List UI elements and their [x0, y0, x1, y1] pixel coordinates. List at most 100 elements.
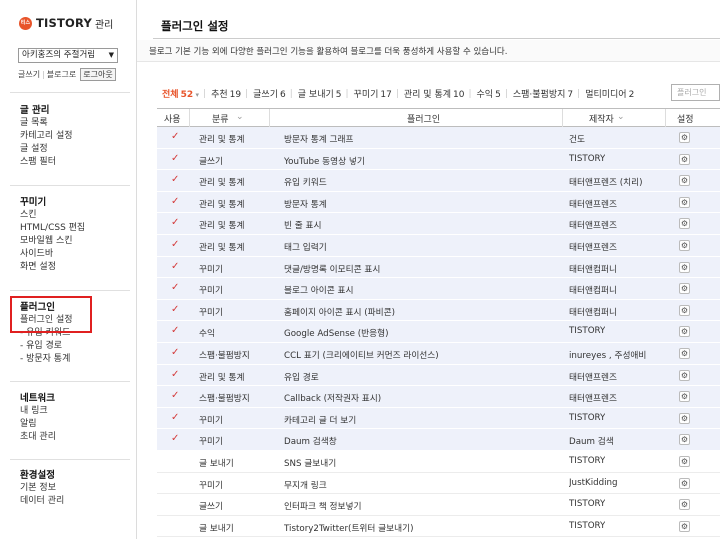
col-author[interactable]: 제작자 [589, 112, 614, 125]
gear-icon[interactable]: ⚙ [679, 391, 690, 403]
table-row[interactable]: ✓ 스팸·불펌방지 CCL 표기 (크리에이티브 커먼즈 라이선스) inureyes… [157, 342, 720, 365]
gear-icon[interactable]: ⚙ [679, 520, 690, 532]
checkmark-icon[interactable]: ✓ [171, 261, 179, 272]
checkmark-icon[interactable]: ✓ [171, 412, 179, 423]
filter-tab[interactable]: 글 보내기 5 [298, 87, 342, 100]
table-row[interactable]: ✓ 스팸·불펌방지 Callback (저작권자 표시) 태터앤프렌즈 ⚙ [157, 386, 720, 408]
filter-tab[interactable]: 수익 5 [477, 87, 501, 100]
table-row[interactable]: 꾸미기 무지개 링크 JustKidding ⚙ [157, 473, 720, 495]
sidebar-item-screen-settings[interactable]: 화면 설정 [20, 261, 85, 274]
table-row[interactable]: ✓ 꾸미기 홈페이지 아이콘 표시 (파비콘) 태터앤컴퍼니 ⚙ [157, 299, 720, 322]
sidebar-item-post-settings[interactable]: 글 설정 [20, 143, 73, 156]
table-row[interactable]: ✓ 꾸미기 댓글/방명록 이모티콘 표시 태터앤컴퍼니 ⚙ [157, 256, 720, 279]
table-row[interactable]: ✓ 관리 및 통계 유입 키워드 태터앤프렌즈 (치리) ⚙ [157, 170, 720, 192]
gear-icon[interactable]: ⚙ [679, 369, 690, 381]
sidebar-item-inflow-path[interactable]: - 유입 경로 [20, 340, 73, 353]
checkmark-icon[interactable]: ✓ [171, 282, 179, 293]
sidebar-heading[interactable]: 글 관리 [20, 104, 73, 117]
table-row[interactable]: ✓ 글쓰기 YouTube 동영상 넣기 TISTORY ⚙ [157, 148, 720, 171]
table-row[interactable]: ✓ 관리 및 통계 방문자 통계 태터앤프렌즈 ⚙ [157, 191, 720, 214]
sidebar-item-data-management[interactable]: 데이터 관리 [20, 495, 64, 508]
sidebar-item-sidebar[interactable]: 사이드바 [20, 248, 85, 261]
sidebar-item-category-settings[interactable]: 카테고리 설정 [20, 130, 73, 143]
filter-tab[interactable]: 꾸미기 17 [354, 87, 392, 100]
col-category[interactable]: 분류 [212, 112, 229, 125]
sort-icon[interactable]: ⌄ [236, 112, 244, 122]
sidebar-heading[interactable]: 꾸미기 [20, 196, 85, 209]
checkmark-icon[interactable]: ✓ [171, 153, 179, 164]
sidebar-item-post-list[interactable]: 글 목록 [20, 117, 73, 130]
sidebar-item-my-links[interactable]: 내 링크 [20, 405, 56, 418]
table-row[interactable]: 글쓰기 인터파크 책 정보넣기 TISTORY ⚙ [157, 494, 720, 516]
gear-icon[interactable]: ⚙ [679, 455, 690, 467]
table-row[interactable]: ✓ 꾸미기 카테고리 글 더 보기 TISTORY ⚙ [157, 407, 720, 430]
sort-icon[interactable]: ⌄ [617, 112, 625, 122]
filter-tab[interactable]: 멀티미디어 2 [585, 87, 634, 100]
logout-button[interactable]: 로그아웃 [80, 68, 116, 81]
checkmark-icon[interactable]: ✓ [171, 239, 179, 250]
checkmark-icon[interactable]: ✓ [171, 304, 179, 315]
sidebar-item-visitor-stats[interactable]: - 방문자 통계 [20, 353, 73, 366]
gear-icon[interactable]: ⚙ [679, 434, 690, 446]
sidebar-divider [10, 290, 130, 291]
checkmark-icon[interactable]: ✓ [171, 390, 179, 401]
filter-tab[interactable]: 스팸·불펌방지 7 [513, 87, 573, 100]
filter-tab[interactable]: 관리 및 통계 10 [404, 87, 465, 100]
table-row[interactable]: ✓ 관리 및 통계 빈 줄 표시 태터앤프렌즈 ⚙ [157, 213, 720, 235]
filter-tab-count: 2 [628, 90, 635, 100]
checkmark-icon[interactable]: ✓ [171, 174, 179, 185]
brand[interactable]: 티스 TISTORY 관리 [19, 14, 113, 32]
filter-tab[interactable]: 추천 19 [211, 87, 241, 100]
filter-separator: | [345, 88, 349, 99]
table-row[interactable]: ✓ 관리 및 통계 유입 경로 태터앤프렌즈 ⚙ [157, 364, 720, 387]
sidebar-item-skin[interactable]: 스킨 [20, 209, 85, 222]
sidebar-item-html-css[interactable]: HTML/CSS 편집 [20, 222, 85, 235]
col-use[interactable]: 사용 [164, 112, 181, 125]
sidebar-item-invitations[interactable]: 초대 관리 [20, 431, 56, 444]
table-row[interactable]: 글 보내기 Tistory2Twitter(트위터 글보내기) TISTORY ⚙ [157, 516, 720, 538]
sidebar-item-notifications[interactable]: 알림 [20, 418, 56, 431]
filter-tab[interactable]: 전체 52 ▾ [162, 87, 199, 100]
gear-icon[interactable]: ⚙ [679, 304, 690, 316]
filter-tab[interactable]: 글쓰기 6 [253, 87, 286, 100]
checkmark-icon[interactable]: ✓ [171, 217, 179, 228]
gear-icon[interactable]: ⚙ [679, 326, 690, 338]
write-link[interactable]: 글쓰기 [18, 69, 40, 80]
sidebar-item-spam-filter[interactable]: 스팸 필터 [20, 156, 73, 169]
row-plugin-name: 방문자 통계 그래프 [284, 135, 354, 145]
checkmark-icon[interactable]: ✓ [171, 347, 179, 358]
checkmark-icon[interactable]: ✓ [171, 131, 179, 142]
gear-icon[interactable]: ⚙ [679, 218, 690, 230]
col-plugin[interactable]: 플러그인 [407, 112, 440, 125]
gear-icon[interactable]: ⚙ [679, 499, 690, 511]
gear-icon[interactable]: ⚙ [679, 239, 690, 251]
gear-icon[interactable]: ⚙ [679, 175, 690, 187]
blog-link[interactable]: 블로그로 [47, 69, 76, 80]
gear-icon[interactable]: ⚙ [679, 347, 690, 359]
filter-separator: | [504, 88, 508, 99]
table-row[interactable]: 글 보내기 SNS 글보내기 TISTORY ⚙ [157, 451, 720, 473]
sidebar-heading[interactable]: 환경설정 [20, 469, 64, 482]
gear-icon[interactable]: ⚙ [679, 196, 690, 208]
gear-icon[interactable]: ⚙ [679, 153, 690, 165]
table-row[interactable]: ✓ 관리 및 통계 방문자 통계 그래프 건도 ⚙ [157, 127, 720, 149]
gear-icon[interactable]: ⚙ [679, 412, 690, 424]
checkmark-icon[interactable]: ✓ [171, 369, 179, 380]
checkmark-icon[interactable]: ✓ [171, 433, 179, 444]
checkmark-icon[interactable]: ✓ [171, 325, 179, 336]
table-row[interactable]: ✓ 관리 및 통계 태그 입력기 태터앤프렌즈 ⚙ [157, 234, 720, 257]
gear-icon[interactable]: ⚙ [679, 132, 690, 143]
sidebar-item-basic-info[interactable]: 기본 정보 [20, 482, 64, 495]
gear-icon[interactable]: ⚙ [679, 261, 690, 273]
plugin-search-input[interactable]: 플러그인 [671, 84, 720, 101]
col-settings[interactable]: 설정 [677, 112, 694, 125]
blog-select[interactable]: 아키홍즈의 주절거림 ▼ [18, 48, 118, 63]
sidebar-heading[interactable]: 네트워크 [20, 392, 56, 405]
table-row[interactable]: ✓ 꾸미기 블로그 아이콘 표시 태터앤컴퍼니 ⚙ [157, 278, 720, 300]
table-row[interactable]: ✓ 꾸미기 Daum 검색창 Daum 검색 ⚙ [157, 429, 720, 451]
gear-icon[interactable]: ⚙ [679, 477, 690, 489]
gear-icon[interactable]: ⚙ [679, 283, 690, 295]
checkmark-icon[interactable]: ✓ [171, 196, 179, 207]
table-row[interactable]: ✓ 수익 Google AdSense (반응형) TISTORY ⚙ [157, 321, 720, 343]
sidebar-item-mobile-skin[interactable]: 모바일웹 스킨 [20, 235, 85, 248]
